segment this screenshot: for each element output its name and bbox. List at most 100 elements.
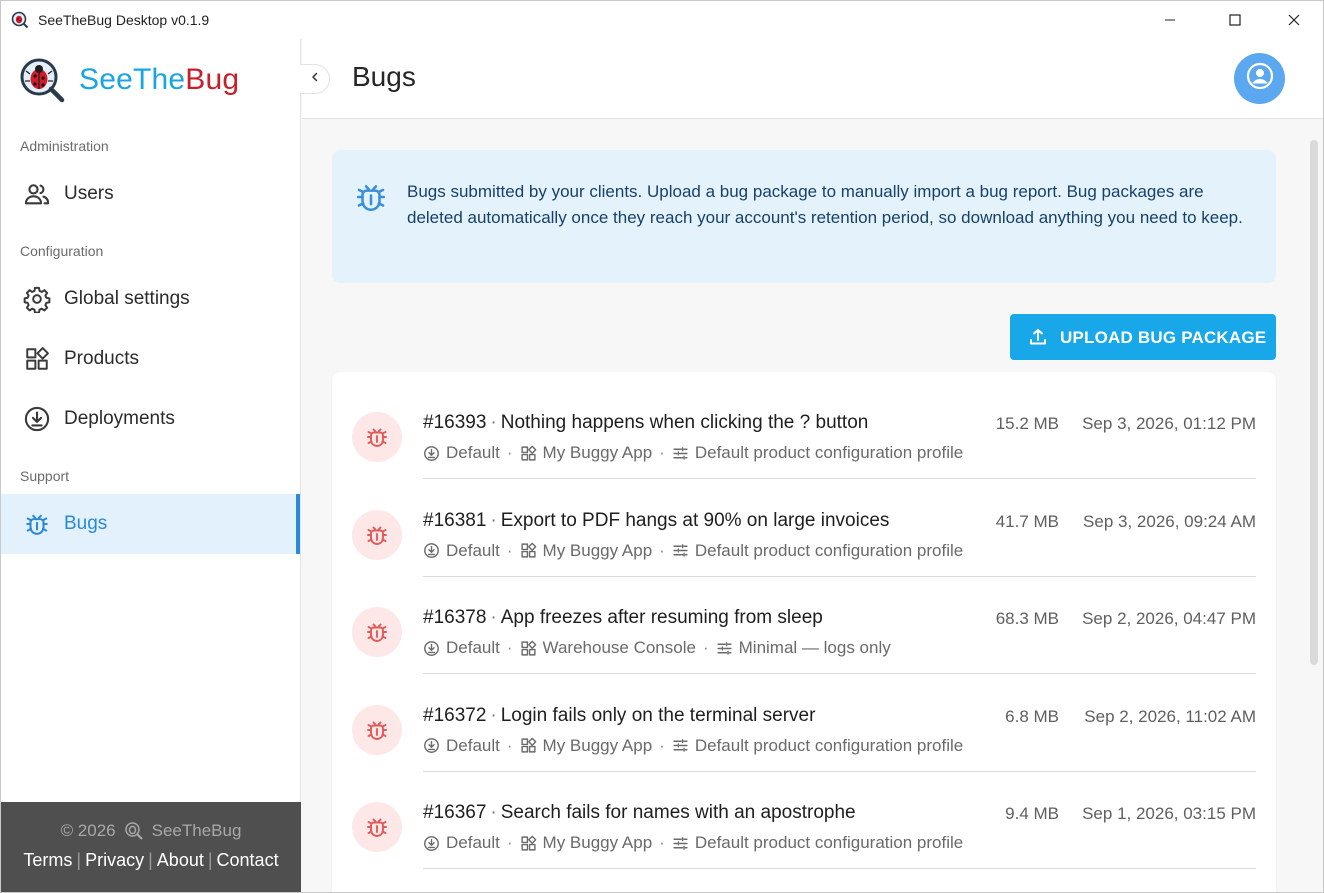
copyright-text: © 2026 xyxy=(60,821,116,840)
sidebar-item-deployments[interactable]: Deployments xyxy=(1,389,300,449)
upload-icon xyxy=(1028,327,1048,347)
user-avatar-button[interactable] xyxy=(1234,53,1285,104)
bug-size: 6.8 MB xyxy=(1005,706,1059,726)
bug-meta: Default · My Buggy App · Default product… xyxy=(423,833,963,853)
download-circle-icon xyxy=(23,405,51,433)
bug-size: 15.2 MB xyxy=(995,414,1059,433)
deployment-icon xyxy=(423,542,440,559)
privacy-link[interactable]: Privacy xyxy=(85,850,144,870)
upload-button-label: UPLOAD BUG PACKAGE xyxy=(1060,328,1267,347)
sidebar: SeeTheBug Administration Users Configura… xyxy=(1,39,301,892)
footer-links: Terms | Privacy | About | Contact xyxy=(23,850,279,870)
bug-size: 68.3 MB xyxy=(995,609,1059,628)
bug-icon xyxy=(367,818,387,837)
sidebar-item-users[interactable]: Users xyxy=(1,164,300,224)
collapse-sidebar-button[interactable] xyxy=(300,64,330,94)
product-icon xyxy=(520,640,537,657)
bug-product: My Buggy App xyxy=(542,735,653,755)
product-icon xyxy=(520,445,537,462)
product-icon xyxy=(520,737,537,754)
bug-list-item[interactable]: #16367 · Search fails for names with an ap… xyxy=(332,772,1276,869)
bug-avatar xyxy=(352,412,402,462)
bug-deployment: Default xyxy=(446,638,500,657)
bug-date: Sep 3, 2026, 01:12 PM xyxy=(1082,414,1256,433)
bug-title: App freezes after resuming from sleep xyxy=(500,607,823,628)
bug-product: My Buggy App xyxy=(542,443,653,462)
bug-list-item[interactable]: #16393 · Nothing happens when clicking the… xyxy=(332,382,1276,479)
bug-title-line: #16372 · Login fails only on the terminal … xyxy=(423,704,816,726)
sidebar-footer: © 2026 SeeTheBug Terms | Privacy | About | Con… xyxy=(1,802,301,892)
bug-avatar xyxy=(352,509,402,560)
bug-deployment: Default xyxy=(446,443,500,462)
bug-meta: Default · Warehouse Console · Minimal — … xyxy=(423,638,891,658)
upload-bug-package-button[interactable]: UPLOAD BUG PACKAGE xyxy=(1010,314,1276,360)
bug-product: Warehouse Console xyxy=(542,638,696,657)
bug-list: #16393 · Nothing happens when clicking the… xyxy=(332,372,1276,892)
tune-icon xyxy=(716,640,733,657)
bug-list-item[interactable]: #16378 · App freezes after resuming from s… xyxy=(332,577,1276,674)
bug-icon xyxy=(23,510,51,538)
bug-title: Nothing happens when clicking the ? butt… xyxy=(500,412,869,433)
bug-size: 9.4 MB xyxy=(1005,804,1059,823)
about-link[interactable]: About xyxy=(157,850,204,870)
bug-deployment: Default xyxy=(446,540,500,560)
bug-date: Sep 1, 2026, 03:15 PM xyxy=(1082,804,1256,823)
footer-logo-icon xyxy=(124,821,144,841)
bug-icon xyxy=(367,623,387,642)
bug-size: 41.7 MB xyxy=(995,511,1059,531)
product-icon xyxy=(520,542,537,559)
app-window: SeeTheBug Desktop v0.1.9 SeeTheBug Admin… xyxy=(0,0,1324,893)
sidebar-item-label: Global settings xyxy=(64,288,190,309)
row-divider xyxy=(423,868,1256,869)
bug-meta: Default · My Buggy App · Default product… xyxy=(423,541,963,561)
sidebar-item-products[interactable]: Products xyxy=(1,329,300,389)
section-support: Support xyxy=(20,468,70,484)
brand[interactable]: SeeTheBug xyxy=(19,56,239,104)
terms-link[interactable]: Terms xyxy=(23,850,72,870)
chevron-left-icon xyxy=(309,70,321,88)
deployment-icon xyxy=(423,445,440,462)
sidebar-item-global-settings[interactable]: Global settings xyxy=(1,269,300,329)
minimize-button[interactable] xyxy=(1147,1,1193,39)
gear-icon xyxy=(23,285,51,313)
product-icon xyxy=(520,835,537,852)
tune-icon xyxy=(672,835,689,852)
footer-brand: SeeTheBug xyxy=(151,821,242,840)
section-configuration: Configuration xyxy=(20,243,104,259)
account-icon xyxy=(1246,62,1274,95)
bug-meta: Default · My Buggy App · Default product… xyxy=(423,443,963,463)
bug-profile: Default product configuration profile xyxy=(694,735,964,755)
bug-deployment: Default xyxy=(446,735,500,755)
bug-title-line: #16381 · Export to PDF hangs at 90% on lar… xyxy=(423,509,890,531)
brand-the: The xyxy=(132,63,186,96)
deployment-icon xyxy=(423,737,440,754)
bug-date: Sep 2, 2026, 04:47 PM xyxy=(1082,609,1256,628)
window-title: SeeTheBug Desktop v0.1.9 xyxy=(38,12,210,28)
apps-icon xyxy=(23,345,51,373)
app-logo-icon xyxy=(11,11,29,29)
users-icon xyxy=(23,180,51,208)
bug-list-item[interactable]: #16372 · Login fails only on the terminal … xyxy=(332,675,1276,772)
bug-date: Sep 2, 2026, 11:02 AM xyxy=(1084,706,1256,726)
page-header: Bugs xyxy=(300,39,1323,119)
bug-title-line: #16367 · Search fails for names with an ap… xyxy=(423,802,856,823)
bug-avatar xyxy=(352,802,402,852)
sidebar-item-bugs[interactable]: Bugs xyxy=(1,494,300,554)
sidebar-item-label: Users xyxy=(64,183,114,204)
bug-title: Search fails for names with an apostroph… xyxy=(500,802,856,823)
vertical-scrollbar[interactable] xyxy=(1310,140,1318,665)
bug-icon xyxy=(367,526,387,545)
info-text: Bugs submitted by your clients. Upload a… xyxy=(407,182,1243,227)
tune-icon xyxy=(672,445,689,462)
title-bar: SeeTheBug Desktop v0.1.9 xyxy=(1,1,1323,39)
bug-list-item[interactable]: #16381 · Export to PDF hangs at 90% on lar… xyxy=(332,480,1276,577)
deployment-icon xyxy=(423,640,440,657)
bug-id: #16381 xyxy=(423,509,487,531)
bug-title-line: #16378 · App freezes after resuming from s… xyxy=(423,607,823,628)
close-button[interactable] xyxy=(1271,1,1317,39)
maximize-button[interactable] xyxy=(1212,1,1258,39)
sidebar-item-label: Deployments xyxy=(64,408,175,429)
contact-link[interactable]: Contact xyxy=(217,850,279,870)
bug-product: My Buggy App xyxy=(542,833,653,852)
bug-title: Export to PDF hangs at 90% on large invo… xyxy=(500,509,890,531)
